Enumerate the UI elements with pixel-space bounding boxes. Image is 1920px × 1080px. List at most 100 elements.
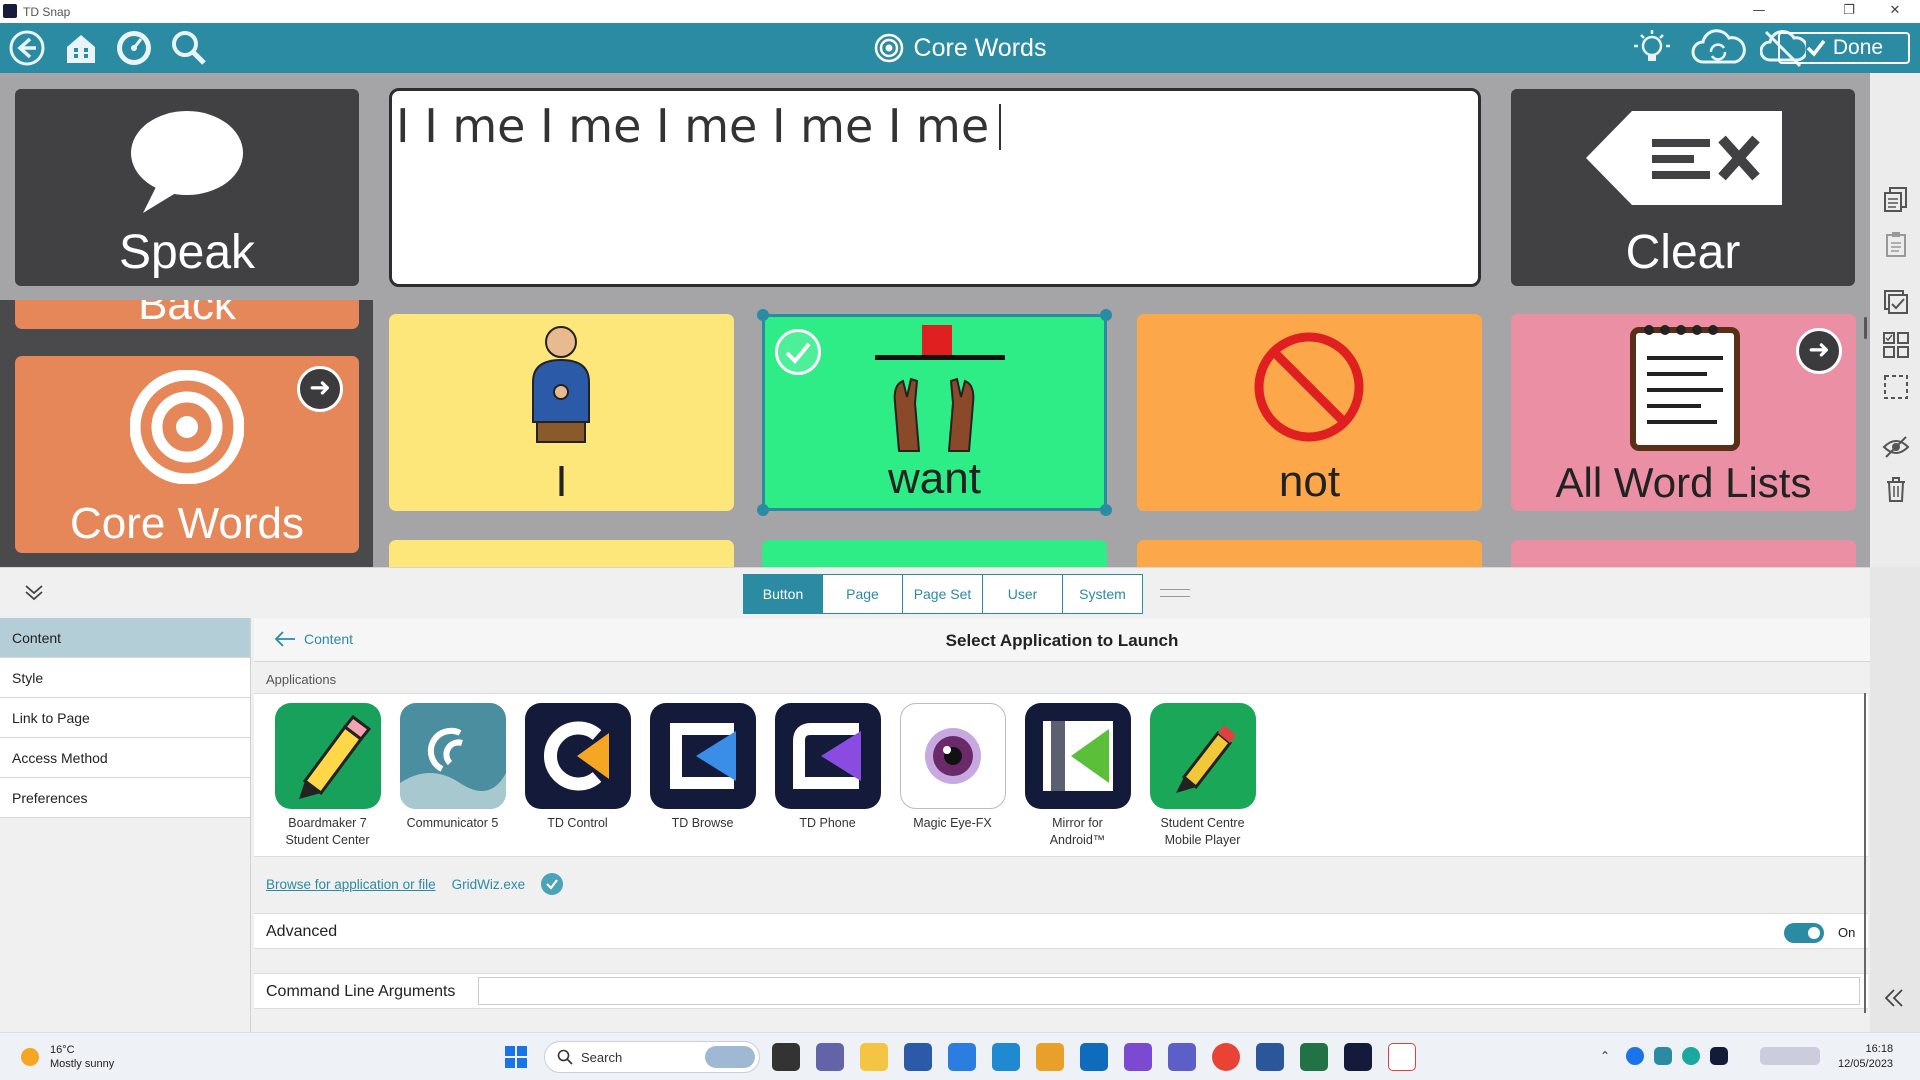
notepad-app-icon[interactable]: [904, 1043, 932, 1071]
resize-handle[interactable]: [757, 504, 769, 516]
drag-handle-icon[interactable]: [1160, 589, 1190, 597]
target-icon: [130, 370, 244, 484]
word-icon[interactable]: [1256, 1043, 1284, 1071]
tab-button[interactable]: Button: [743, 574, 823, 614]
tray-chevron-icon[interactable]: ⌃: [1600, 1049, 1610, 1063]
excel-icon[interactable]: [1300, 1043, 1328, 1071]
app-magic-eye-fx[interactable]: Magic Eye-FX: [890, 703, 1015, 832]
snipping-tool-icon[interactable]: [1388, 1043, 1416, 1071]
task-view-icon[interactable]: [772, 1043, 800, 1071]
collapse-panel-button[interactable]: [22, 580, 46, 609]
resize-handle[interactable]: [1100, 309, 1112, 321]
message-bar[interactable]: I I me I me I me I me I me: [389, 88, 1481, 287]
slack-icon[interactable]: [1036, 1043, 1064, 1071]
td-snap-icon[interactable]: [1344, 1043, 1372, 1071]
clear-icon: [1586, 111, 1782, 205]
word-label-not: not: [1278, 457, 1341, 506]
sidebar-item-preferences[interactable]: Preferences: [0, 778, 250, 818]
speech-bubble-icon: [131, 111, 243, 213]
advanced-label: Advanced: [266, 923, 338, 940]
word-tile[interactable]: [389, 540, 734, 567]
speak-button[interactable]: Speak: [15, 89, 359, 286]
chevron-down-icon: [25, 585, 43, 601]
sun-icon: [21, 1048, 39, 1066]
command-line-input[interactable]: [478, 977, 1860, 1005]
chevron-left-double-icon[interactable]: [1882, 986, 1906, 1010]
app-header: Core Words Done: [0, 23, 1920, 73]
scrollbar-thumb[interactable]: [1864, 317, 1867, 339]
search-icon: [557, 1049, 573, 1065]
vscode-icon[interactable]: [992, 1043, 1020, 1071]
sidebar-item-content[interactable]: Content: [0, 618, 250, 658]
app-name: Boardmaker 7: [288, 816, 367, 830]
edge-tray-icon[interactable]: [1682, 1047, 1700, 1065]
multi-select-icon[interactable]: [1882, 331, 1910, 359]
app-td-phone[interactable]: TD Phone: [765, 703, 890, 832]
word-tile-not[interactable]: not: [1137, 314, 1482, 511]
app-name: Student Center: [285, 833, 370, 847]
clear-label: Clear: [1625, 226, 1741, 279]
weather-desc: Mostly sunny: [50, 1058, 115, 1070]
outlook-icon[interactable]: [1080, 1043, 1108, 1071]
sidebar-item-link-to-page[interactable]: Link to Page: [0, 698, 250, 738]
done-button[interactable]: Done: [1778, 32, 1910, 64]
word-tile[interactable]: [1137, 540, 1482, 567]
resize-handle[interactable]: [1100, 504, 1112, 516]
tab-user[interactable]: User: [983, 574, 1063, 614]
app-name: TD Phone: [799, 816, 856, 830]
word-tile[interactable]: [1511, 540, 1856, 567]
start-icon[interactable]: [504, 1045, 528, 1069]
sync-button[interactable]: [1688, 27, 1748, 69]
trash-icon[interactable]: [1882, 475, 1910, 503]
app-mirror-for-android[interactable]: Mirror for Android™: [1015, 703, 1140, 849]
sync-tray-icon[interactable]: [1654, 1047, 1672, 1065]
network-volume-battery-icons[interactable]: [1760, 1047, 1820, 1065]
onedrive-icon[interactable]: [1626, 1047, 1644, 1065]
teams-icon[interactable]: [1168, 1043, 1196, 1071]
clock[interactable]: 16:18 12/05/2023: [1838, 1042, 1893, 1072]
advanced-toggle[interactable]: [1784, 923, 1824, 943]
minimize-button[interactable]: —: [1736, 0, 1782, 23]
file-explorer-icon[interactable]: [860, 1043, 888, 1071]
app-student-centre-mobile-player[interactable]: Student Centre Mobile Player: [1140, 703, 1265, 849]
tray-app-icon[interactable]: [1710, 1047, 1728, 1065]
app-td-control[interactable]: TD Control: [515, 703, 640, 832]
sidebar-item-access-method[interactable]: Access Method: [0, 738, 250, 778]
tab-page[interactable]: Page: [823, 574, 903, 614]
powershell-icon[interactable]: [948, 1043, 976, 1071]
word-tile-all-word-lists[interactable]: ➜ All Word Lists: [1511, 314, 1856, 511]
app-communicator-5[interactable]: Communicator 5: [390, 703, 515, 832]
select-check-icon[interactable]: [1882, 288, 1910, 316]
core-words-tile[interactable]: ➜ Core Words: [15, 356, 359, 553]
back-tile[interactable]: Back: [15, 300, 359, 329]
lightbulb-button[interactable]: [1630, 27, 1674, 69]
word-tile[interactable]: [762, 540, 1107, 567]
left-navigation-column: Back ➜ Core Words: [0, 300, 373, 567]
tab-system[interactable]: System: [1063, 574, 1143, 614]
weather-widget[interactable]: 16°C Mostly sunny: [18, 1043, 114, 1071]
app-td-browse[interactable]: TD Browse: [640, 703, 765, 832]
settings-sidebar: Content Style Link to Page Access Method…: [0, 618, 251, 1033]
browse-link[interactable]: Browse for application or file: [266, 877, 436, 892]
speak-label: Speak: [118, 226, 256, 279]
taskbar-search[interactable]: Search: [544, 1041, 760, 1073]
word-tile-i[interactable]: I: [389, 314, 734, 511]
app-name: TD Control: [547, 816, 608, 830]
resize-handle[interactable]: [757, 309, 769, 321]
close-button[interactable]: ✕: [1872, 0, 1918, 23]
paste-icon[interactable]: [1882, 230, 1910, 258]
word-tile-want[interactable]: want: [757, 309, 1112, 516]
clear-button[interactable]: Clear: [1511, 89, 1855, 286]
chrome-icon[interactable]: [1212, 1043, 1240, 1071]
app-boardmaker[interactable]: Boardmaker 7 Student Center: [265, 703, 390, 849]
visual-studio-icon[interactable]: [1124, 1043, 1152, 1071]
tab-page-set[interactable]: Page Set: [903, 574, 983, 614]
select-area-icon[interactable]: [1882, 373, 1910, 401]
panel-scrollbar[interactable]: [1864, 693, 1866, 1013]
restore-button[interactable]: ❐: [1826, 0, 1872, 23]
chat-icon[interactable]: [816, 1043, 844, 1071]
app-name: Student Centre: [1160, 816, 1245, 830]
hide-icon[interactable]: [1882, 433, 1910, 461]
sidebar-item-style[interactable]: Style: [0, 658, 250, 698]
copy-icon[interactable]: [1882, 185, 1910, 213]
